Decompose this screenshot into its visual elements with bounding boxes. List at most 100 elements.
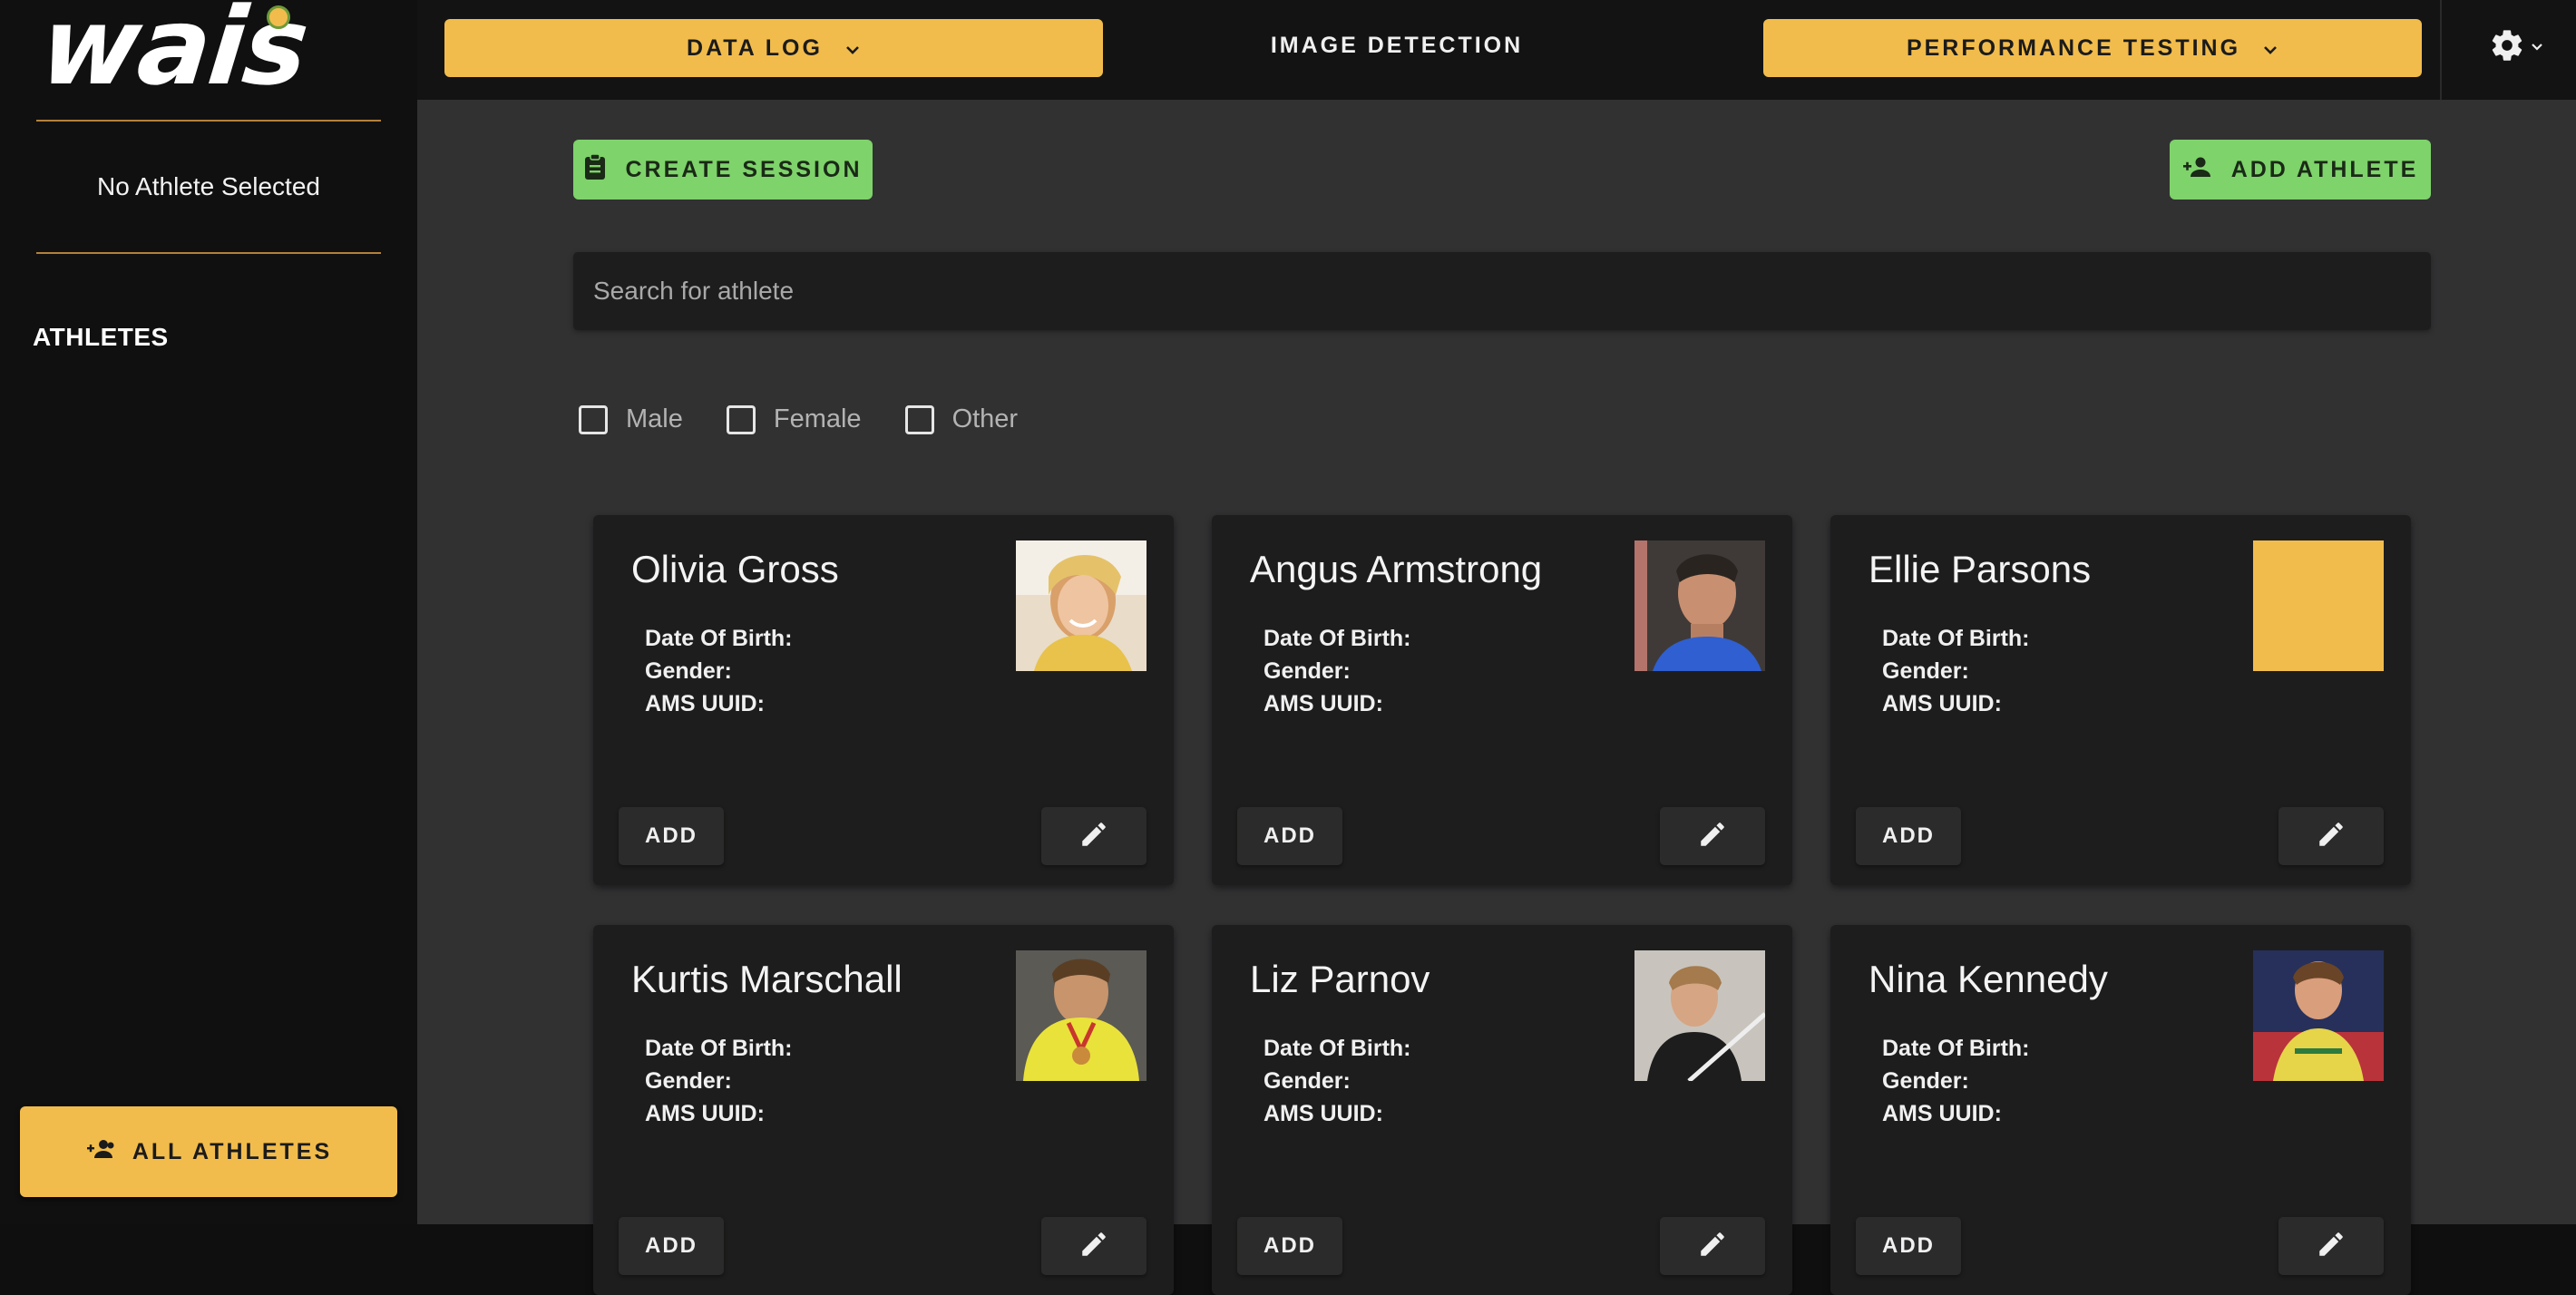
athlete-photo-placeholder [2253, 540, 2384, 671]
create-session-label: CREATE SESSION [625, 156, 863, 182]
athlete-name: Ellie Parsons [1869, 548, 2092, 590]
pencil-icon [2316, 1229, 2347, 1264]
pencil-icon [1697, 1229, 1728, 1264]
performance-testing-label: PERFORMANCE TESTING [1906, 34, 2241, 61]
data-log-menu-button[interactable]: DATA LOG [444, 19, 1103, 77]
gender-label: Gender: [645, 658, 732, 684]
add-athlete-button[interactable]: ADD ATHLETE [2170, 140, 2431, 200]
athlete-card[interactable]: Nina Kennedy Date Of Birth: Gender: AMS … [1830, 925, 2411, 1295]
data-log-label: DATA LOG [687, 34, 823, 61]
dob-label: Date Of Birth: [645, 626, 793, 651]
filter-other[interactable]: Other [904, 404, 1019, 434]
athlete-details: Date Of Birth: Gender: AMS UUID: [645, 622, 793, 720]
image-detection-link[interactable]: IMAGE DETECTION [1234, 33, 1560, 59]
athlete-name: Olivia Gross [631, 548, 839, 590]
pencil-icon [1697, 819, 1728, 854]
add-button[interactable]: ADD [1237, 1217, 1342, 1275]
athlete-card[interactable]: Ellie Parsons Date Of Birth: Gender: AMS… [1830, 515, 2411, 885]
female-checkbox[interactable] [726, 404, 756, 434]
add-athlete-label: ADD ATHLETE [2230, 156, 2419, 182]
add-button[interactable]: ADD [619, 1217, 724, 1275]
add-button[interactable]: ADD [619, 807, 724, 865]
chevron-down-icon [2262, 35, 2278, 62]
athlete-card[interactable]: Liz Parnov Date Of Birth: Gender: AMS UU… [1212, 925, 1792, 1295]
athlete-details: Date Of Birth: Gender: AMS UUID: [1264, 622, 1411, 720]
ams-uuid-label: AMS UUID: [1264, 691, 1383, 716]
athlete-name: Angus Armstrong [1250, 548, 1543, 590]
athlete-photo [1016, 540, 1147, 671]
filter-male[interactable]: Male [579, 404, 683, 434]
edit-button[interactable] [2278, 1217, 2384, 1275]
athlete-details: Date Of Birth: Gender: AMS UUID: [1264, 1032, 1411, 1130]
sidebar-divider [36, 252, 381, 254]
pencil-icon [2316, 819, 2347, 854]
athlete-card[interactable]: Angus Armstrong Date Of Birth: Gender: A… [1212, 515, 1792, 885]
gender-label: Gender: [1264, 1068, 1351, 1094]
add-button[interactable]: ADD [1856, 1217, 1961, 1275]
top-navigation-bar: DATA LOG IMAGE DETECTION PERFORMANCE TES… [417, 0, 2576, 100]
main-content: CREATE SESSION ADD ATHLETE Male Female O… [417, 100, 2576, 1295]
dob-label: Date Of Birth: [1264, 1036, 1411, 1061]
gender-label: Gender: [1882, 1068, 1969, 1094]
dob-label: Date Of Birth: [1882, 626, 2030, 651]
search-input[interactable] [593, 277, 2411, 306]
gear-icon [2489, 27, 2525, 68]
athlete-name: Kurtis Marschall [631, 958, 903, 1000]
other-checkbox[interactable] [904, 404, 934, 434]
pencil-icon [1078, 1229, 1109, 1264]
edit-button[interactable] [1660, 1217, 1765, 1275]
all-athletes-label: ALL ATHLETES [132, 1138, 333, 1164]
athlete-card[interactable]: Kurtis Marschall Date Of Birth: Gender: … [593, 925, 1174, 1295]
clipboard-icon [583, 152, 607, 187]
sidebar-divider [36, 120, 381, 122]
gender-label: Gender: [645, 1068, 732, 1094]
filter-female[interactable]: Female [726, 404, 862, 434]
athlete-name: Nina Kennedy [1869, 958, 2108, 1000]
ams-uuid-label: AMS UUID: [1882, 691, 2002, 716]
add-button[interactable]: ADD [1237, 807, 1342, 865]
athlete-search-box[interactable] [573, 252, 2431, 330]
gender-filter-group: Male Female Other [579, 404, 1018, 434]
athletes-section-title: ATHLETES [33, 323, 169, 351]
performance-testing-menu-button[interactable]: PERFORMANCE TESTING [1763, 19, 2422, 77]
all-athletes-button[interactable]: ALL ATHLETES [20, 1106, 397, 1197]
athlete-details: Date Of Birth: Gender: AMS UUID: [645, 1032, 793, 1130]
logo-ball-icon [267, 5, 290, 29]
edit-button[interactable] [1041, 807, 1147, 865]
dob-label: Date Of Birth: [645, 1036, 793, 1061]
edit-button[interactable] [1041, 1217, 1147, 1275]
filter-label: Male [626, 404, 683, 433]
filter-label: Female [773, 404, 862, 433]
athlete-name: Liz Parnov [1250, 958, 1430, 1000]
person-add-icon [2182, 156, 2213, 184]
sidebar: wais No Athlete Selected ATHLETES ALL AT… [0, 0, 417, 1224]
edit-button[interactable] [1660, 807, 1765, 865]
athlete-photo [1016, 950, 1147, 1081]
male-checkbox[interactable] [579, 404, 608, 434]
group-add-icon [85, 1138, 116, 1166]
athlete-photo [1634, 950, 1765, 1081]
filter-label: Other [951, 404, 1019, 433]
athlete-photo [1634, 540, 1765, 671]
dob-label: Date Of Birth: [1264, 626, 1411, 651]
chevron-down-icon [844, 35, 861, 62]
wais-logo[interactable]: wais [35, 0, 383, 109]
athlete-photo [2253, 950, 2384, 1081]
ams-uuid-label: AMS UUID: [645, 691, 765, 716]
settings-menu-button[interactable] [2489, 27, 2543, 68]
ams-uuid-label: AMS UUID: [1264, 1101, 1383, 1126]
dob-label: Date Of Birth: [1882, 1036, 2030, 1061]
edit-button[interactable] [2278, 807, 2384, 865]
create-session-button[interactable]: CREATE SESSION [573, 140, 873, 200]
athlete-details: Date Of Birth: Gender: AMS UUID: [1882, 1032, 2030, 1130]
topbar-separator [2440, 0, 2442, 100]
ams-uuid-label: AMS UUID: [645, 1101, 765, 1126]
pencil-icon [1078, 819, 1109, 854]
athlete-details: Date Of Birth: Gender: AMS UUID: [1882, 622, 2030, 720]
gender-label: Gender: [1264, 658, 1351, 684]
athlete-card[interactable]: Olivia Gross Date Of Birth: Gender: AMS … [593, 515, 1174, 885]
gender-label: Gender: [1882, 658, 1969, 684]
add-button[interactable]: ADD [1856, 807, 1961, 865]
ams-uuid-label: AMS UUID: [1882, 1101, 2002, 1126]
selected-athlete-status: No Athlete Selected [97, 172, 320, 200]
